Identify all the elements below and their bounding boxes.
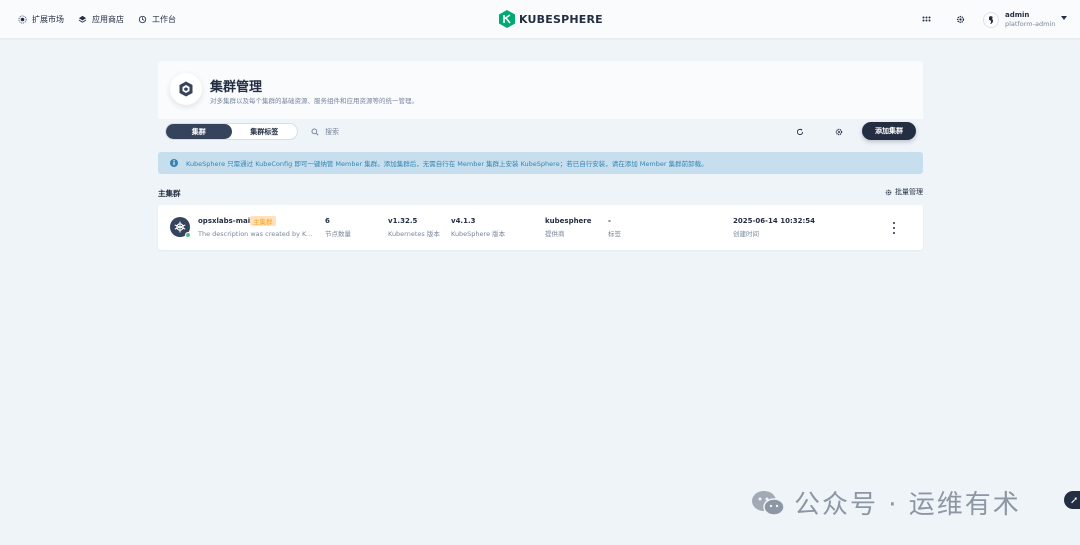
banner-text: KubeSphere 只需通过 KubeConfig 即可一键纳管 Member… <box>186 160 708 168</box>
created-time-label: 创建时间 <box>733 230 759 238</box>
batch-manage-button[interactable]: 批量管理 <box>885 187 923 197</box>
hammer-icon <box>1071 497 1077 504</box>
toolbar: 集群 集群标签 添加集群 <box>158 119 923 145</box>
info-icon: i <box>170 159 178 167</box>
labels-value: - <box>608 217 611 225</box>
section-title: 主集群 <box>158 189 181 198</box>
kubernetes-version-label: Kubernetes 版本 <box>388 230 440 238</box>
extension-icon <box>18 15 27 23</box>
kubesphere-version-value: v4.1.3 <box>451 217 476 225</box>
nav-item-label: 扩展市场 <box>32 14 64 24</box>
tool-drawer-button[interactable] <box>1064 491 1080 509</box>
view-switch: 集群 集群标签 <box>165 123 298 140</box>
nav-item-label: 应用商店 <box>92 14 124 24</box>
cube-icon <box>179 81 193 97</box>
nav-item-workbench[interactable]: 工作台 <box>138 14 176 25</box>
batch-manage-label: 批量管理 <box>895 188 923 196</box>
nav-item-app-store[interactable]: 应用商店 <box>78 14 124 25</box>
wechat-icon <box>752 490 785 516</box>
page-description: 对多集群以及每个集群的基础资源、服务组件和应用资源等的统一管理。 <box>210 97 418 105</box>
cluster-description: The description was created by KubeSpher… <box>198 230 316 238</box>
user-name: admin <box>1005 11 1030 19</box>
host-cluster-badge: 主集群 <box>250 216 276 226</box>
labels-label: 标签 <box>608 230 621 238</box>
user-role: platform-admin <box>1005 20 1056 28</box>
gear-icon <box>835 128 843 136</box>
settings-button[interactable] <box>955 14 965 24</box>
tab-cluster-labels[interactable]: 集群标签 <box>232 124 298 139</box>
created-time-column: 2025-06-14 10:32:54 创建时间 <box>733 217 815 239</box>
provider-column: kubesphere 提供商 <box>545 217 592 239</box>
user-menu[interactable]: admin platform-admin <box>983 10 1055 30</box>
nav-item-label: 工作台 <box>152 14 176 24</box>
kubesphere-logo-icon <box>499 10 515 28</box>
search-input[interactable] <box>325 128 725 136</box>
labels-column: - 标签 <box>608 217 621 239</box>
page-header: 集群管理 对多集群以及每个集群的基础资源、服务组件和应用资源等的统一管理。 <box>158 61 923 119</box>
chevron-down-icon[interactable] <box>1061 16 1067 20</box>
search-icon <box>311 128 319 136</box>
kubernetes-version-value: v1.32.5 <box>388 217 418 225</box>
cluster-management-icon <box>170 73 202 105</box>
watermark-text: 公众号 · 运维有术 <box>794 490 1021 520</box>
cluster-name[interactable]: opsxlabs-main <box>198 217 255 225</box>
nav-item-extensions[interactable]: 扩展市场 <box>18 14 64 25</box>
created-time-value: 2025-06-14 10:32:54 <box>733 217 816 225</box>
provider-value: kubesphere <box>545 217 592 225</box>
top-navbar: 扩展市场 应用商店 工作台 KUBESPHERE admin platform-… <box>0 0 1080 38</box>
tab-clusters[interactable]: 集群 <box>166 124 232 139</box>
node-count-column: 6 节点数量 <box>325 217 351 239</box>
search-bar <box>311 125 771 139</box>
list-settings-button[interactable] <box>834 127 844 137</box>
page-title: 集群管理 <box>210 80 263 95</box>
cluster-row[interactable]: opsxlabs-main 主集群 The description was cr… <box>158 205 923 250</box>
workbench-icon <box>138 15 147 23</box>
user-avatar-icon <box>989 16 994 24</box>
apps-menu-button[interactable] <box>921 14 931 24</box>
kubesphere-logo[interactable]: KUBESPHERE <box>499 10 603 28</box>
cluster-status-indicator <box>185 232 191 238</box>
refresh-icon <box>796 128 804 136</box>
nav-left: 扩展市场 应用商店 工作台 <box>18 0 176 38</box>
info-banner: i KubeSphere 只需通过 KubeConfig 即可一键纳管 Memb… <box>158 152 923 174</box>
grid-dots-icon <box>922 16 930 22</box>
refresh-button[interactable] <box>795 127 805 137</box>
node-count-value: 6 <box>325 217 330 225</box>
kubesphere-version-column: v4.1.3 KubeSphere 版本 <box>451 217 505 239</box>
avatar <box>983 12 999 28</box>
add-cluster-button[interactable]: 添加集群 <box>862 122 916 140</box>
provider-label: 提供商 <box>545 230 565 238</box>
app-store-icon <box>78 15 87 23</box>
gear-icon <box>885 189 892 195</box>
watermark: 公众号 · 运维有术 <box>750 484 1021 521</box>
kubesphere-version-label: KubeSphere 版本 <box>451 230 506 238</box>
gear-icon <box>956 15 964 23</box>
logo-text: KUBESPHERE <box>519 12 603 26</box>
kubernetes-version-column: v1.32.5 Kubernetes 版本 <box>388 217 440 239</box>
node-count-label: 节点数量 <box>325 230 351 238</box>
more-actions-icon[interactable] <box>891 222 897 234</box>
